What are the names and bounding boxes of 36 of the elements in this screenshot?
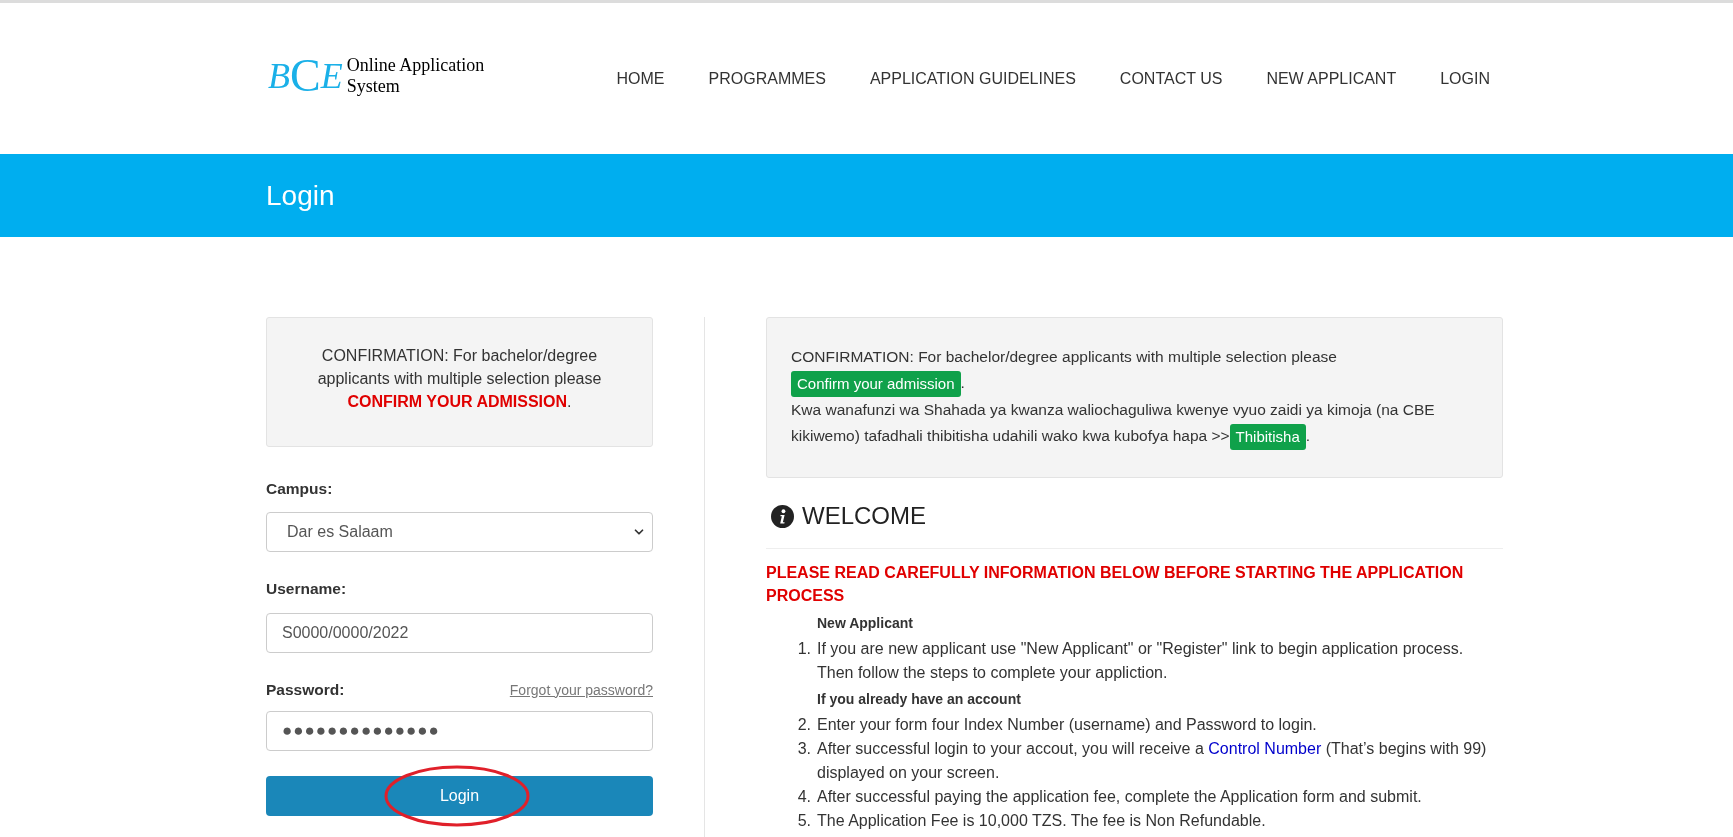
nav-link[interactable]: HOME (616, 66, 665, 91)
field-label: Username: (266, 579, 348, 600)
step-number: 2. (796, 715, 812, 735)
welcome-heading: WELCOME (802, 501, 926, 531)
step-number: 1. (796, 639, 812, 659)
warning-heading: PLEASE READ CAREFULLY INFORMATION BELOW BEFORE STARTING THE APPLICATION PROCESS (766, 563, 1465, 606)
nav-link[interactable]: APPLICATION GUIDELINES (869, 66, 1076, 91)
step-text: If you are new applicant use "New Applicant" or "Register" link to begin application process. Then follow the steps to complete your appliction. (817, 639, 1465, 683)
nav-link[interactable]: LOGIN (1440, 66, 1490, 91)
control-number-link[interactable]: Control Number (1208, 740, 1322, 757)
campus-select[interactable]: Dar es Salaam (266, 512, 653, 553)
section-subheading: If you already have an account (817, 690, 1022, 709)
confirm-admission-link[interactable]: CONFIRM YOUR ADMISSION (347, 393, 568, 410)
step-text: After successful login to your accout, you will receive a Control Number (That’s begins with 99) displayed on your screen. (817, 739, 1488, 783)
nav-link[interactable]: NEW APPLICANT (1266, 66, 1397, 91)
field-label: Campus: (266, 479, 334, 499)
username-field[interactable]: S0000/0000/2022 (266, 612, 653, 653)
step-number: 4. (796, 787, 812, 807)
notice-text: CONFIRMATION: For bachelor/degree applicants with multiple selection please Confirm your admission . Kwa wanafunzi wa Shahada ya kwanza waliochaguliwa kwenye vyuo zaidi ya kimoja (na CBE kikiwemo) tafadhali thibitisha udahili wako kwa kubofya hapa >> Thibitisha . (791, 344, 1478, 450)
section-subheading: New Applicant (817, 614, 914, 633)
step-number: 3. (796, 739, 812, 759)
step-text: Enter your form four Index Number (username) and Password to login. (817, 715, 1318, 735)
step-number: 5. (796, 811, 812, 831)
step-text: After successful paying the application fee, complete the Application form and submit. (817, 787, 1423, 807)
nav-link[interactable]: CONTACT US (1119, 66, 1223, 91)
step-text: The Application Fee is 10,000 TZS. The fee is Non Refundable. (817, 811, 1267, 831)
page-title: Login (266, 178, 335, 213)
nav-link[interactable]: PROGRAMMES (708, 66, 826, 91)
logo-mark: BCE (268, 52, 343, 99)
forgot-password-link[interactable]: Forgot your password? (509, 679, 653, 701)
info-icon (771, 504, 794, 528)
notice-text: CONFIRMATION: For bachelor/degree applicants with multiple selection please CONFIRM YOUR ADMISSION. (316, 346, 603, 412)
field-label: Password: (266, 679, 345, 700)
password-field[interactable]: ●●●●●●●●●●●●●● (266, 710, 653, 751)
login-button[interactable]: Login (266, 775, 653, 816)
logo-text: Online Application System (346, 54, 485, 97)
